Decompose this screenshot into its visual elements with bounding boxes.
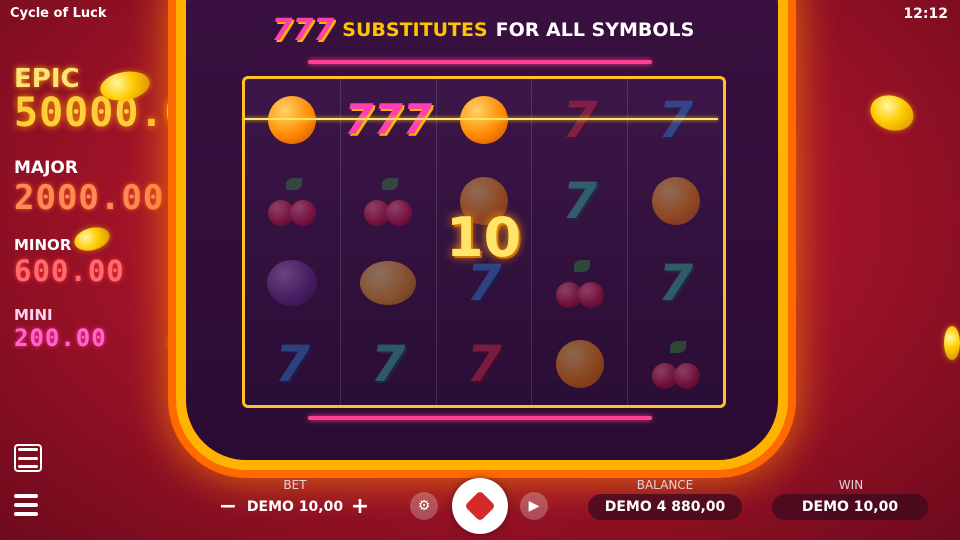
reel: 7 (245, 79, 341, 405)
reel-cell: 7 (532, 161, 627, 243)
jackpot-major-label: MAJOR (14, 158, 78, 178)
seven-symbol-icon: 7 (658, 253, 693, 312)
bet-label: BET (283, 478, 307, 492)
jackpot-mini: MINI 200.00 (14, 306, 107, 352)
jackpot-mini-label: MINI (14, 306, 53, 324)
win-value: DEMO 10,00 (772, 494, 928, 520)
reel-cell (532, 242, 627, 324)
seven-symbol-icon: 7 (370, 335, 406, 394)
jackpot-major-value: 2000.00 (14, 178, 165, 218)
banner-text: FOR ALL SYMBOLS (495, 19, 695, 41)
autoplay-icon[interactable]: ▶ (520, 492, 548, 520)
reel-cell: 7 (437, 324, 532, 406)
reel-cell (341, 242, 436, 324)
cherry-symbol-icon (362, 176, 414, 227)
jackpot-mini-value: 200.00 (14, 324, 107, 352)
win-label: WIN (838, 478, 864, 492)
bottom-divider (308, 416, 652, 420)
balance-label: BALANCE (636, 478, 694, 492)
coin-icon (865, 89, 919, 137)
seven-symbol-icon: 7 (275, 335, 310, 394)
jackpot-minor: MINOR 600.00 (14, 236, 125, 288)
paytable-icon[interactable] (14, 444, 42, 472)
bet-decrease-button[interactable]: − (218, 494, 238, 519)
reel: 77 (532, 79, 629, 406)
orange-symbol-icon (555, 340, 604, 389)
coin-icon (944, 326, 960, 360)
bet-value: DEMO 10,00 (246, 499, 344, 515)
reel-cell: 7 (628, 242, 723, 324)
reel-cell (532, 324, 627, 406)
reel-cell: 7 (245, 324, 340, 406)
reel: 77 (628, 79, 723, 405)
reel-cell (628, 161, 723, 243)
cherry-symbol-icon (266, 176, 318, 227)
plum-symbol-icon (267, 259, 318, 306)
balance-value: DEMO 4 880,00 (588, 494, 742, 520)
reel: 777 7 (341, 79, 437, 405)
reel-cell (628, 324, 723, 406)
bet-increase-button[interactable]: + (350, 494, 370, 519)
game-title: Cycle of Luck (10, 6, 107, 21)
win-line (244, 118, 718, 120)
wild-symbol-icon: 777 (271, 12, 335, 48)
seven-symbol-icon: 7 (562, 172, 598, 231)
reel-cell: 7 (341, 324, 436, 406)
reel-cell (245, 242, 340, 324)
banner-highlight: SUBSTITUTES (342, 19, 488, 41)
stop-icon (464, 490, 496, 522)
seven-symbol-icon: 7 (466, 335, 502, 394)
spin-button[interactable] (452, 478, 508, 534)
jackpot-minor-value: 600.00 (14, 254, 125, 288)
menu-icon[interactable] (14, 494, 38, 516)
cherry-symbol-icon (650, 339, 702, 390)
clock: 12:12 (903, 6, 948, 22)
top-divider (308, 60, 652, 64)
bet-settings-icon[interactable]: ⚙ (410, 492, 438, 520)
jackpot-major: MAJOR 2000.00 (14, 158, 164, 218)
cherry-symbol-icon (554, 258, 606, 308)
lemon-symbol-icon (360, 260, 417, 305)
reel-cell (341, 161, 436, 243)
wild-banner: 777 SUBSTITUTES FOR ALL SYMBOLS (248, 8, 718, 52)
win-amount: 10 (446, 206, 522, 269)
reel-cell (245, 161, 340, 243)
orange-symbol-icon (651, 177, 700, 226)
